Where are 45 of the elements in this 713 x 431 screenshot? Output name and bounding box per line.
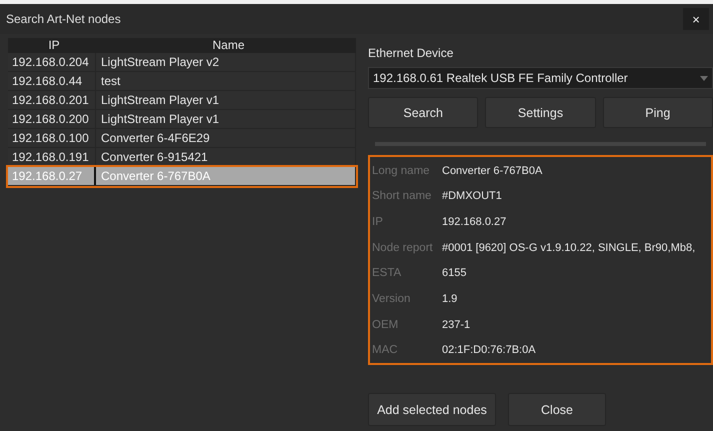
field-label: Ethernet Device (368, 46, 454, 60)
detail-value: 1.9 (442, 292, 458, 305)
table-cell: 192.168.0.201 (8, 91, 96, 109)
device-dropdown[interactable]: 192.168.0.61 Realtek USB FE Family Controller (368, 67, 713, 89)
detail-label: Node report (372, 242, 434, 254)
detail-value: 02:1F:D0:76:7B:0A (442, 344, 536, 356)
table-cell: 192.168.0.100 (8, 129, 96, 147)
table-cell: LightStream Player v1 (96, 91, 356, 109)
detail-value: 192.168.0.27 (442, 216, 506, 228)
caret-icon (700, 76, 708, 80)
table-cell: 192.168.0.204 (8, 53, 96, 71)
table-cell: Converter 6-4F6E29 (96, 129, 356, 147)
table-cell: 192.168.0.200 (8, 110, 96, 128)
detail-label: Long name (372, 164, 431, 177)
table-cell: LightStream Player v2 (96, 53, 356, 71)
detail-value: 6155 (442, 267, 466, 280)
table-row[interactable]: 192.168.0.200 LightStream Player v1 (8, 110, 356, 129)
action-button[interactable]: Ping (602, 97, 713, 128)
detail-value: #0001 [9620] OS-G v1.9.10.22, SINGLE, Br90,Mb8, (442, 242, 696, 254)
table-row[interactable]: 192.168.0.201 LightStream Player v1 (8, 91, 356, 110)
detail-value: #DMXOUT1 (442, 190, 502, 202)
table-cell: test (96, 72, 356, 90)
detail-label: OEM (372, 318, 400, 331)
detail-label: MAC (372, 344, 399, 356)
table-row[interactable]: 192.168.0.204 LightStream Player v2 (8, 53, 356, 72)
dialog-button[interactable]: Add selected nodes (368, 393, 496, 426)
table-cell: LightStream Player v1 (96, 110, 356, 128)
column-header[interactable]: IP (8, 38, 96, 53)
column-header[interactable]: Name (96, 38, 356, 53)
detail-value: 237-1 (442, 318, 470, 331)
table-cell: Converter 6-767B0A (96, 167, 356, 185)
table-cell: 192.168.0.44 (8, 72, 96, 90)
detail-label: Version (372, 292, 412, 305)
table-row[interactable]: 192.168.0.44 test (8, 72, 356, 91)
close-button[interactable]: × (683, 8, 709, 30)
detail-label: Short name (372, 190, 432, 202)
detail-value: Converter 6-767B0A (442, 164, 542, 177)
dialog-button[interactable]: Close (508, 393, 606, 426)
detail-label: ESTA (372, 267, 402, 280)
window-title: Search Art-Net nodes (6, 12, 121, 26)
table-cell: 192.168.0.27 (8, 167, 96, 185)
detail-label: IP (372, 216, 384, 228)
table-row[interactable]: 192.168.0.100 Converter 6-4F6E29 (8, 129, 356, 148)
action-button[interactable]: Settings (485, 97, 596, 128)
action-button[interactable]: Search (368, 97, 478, 128)
